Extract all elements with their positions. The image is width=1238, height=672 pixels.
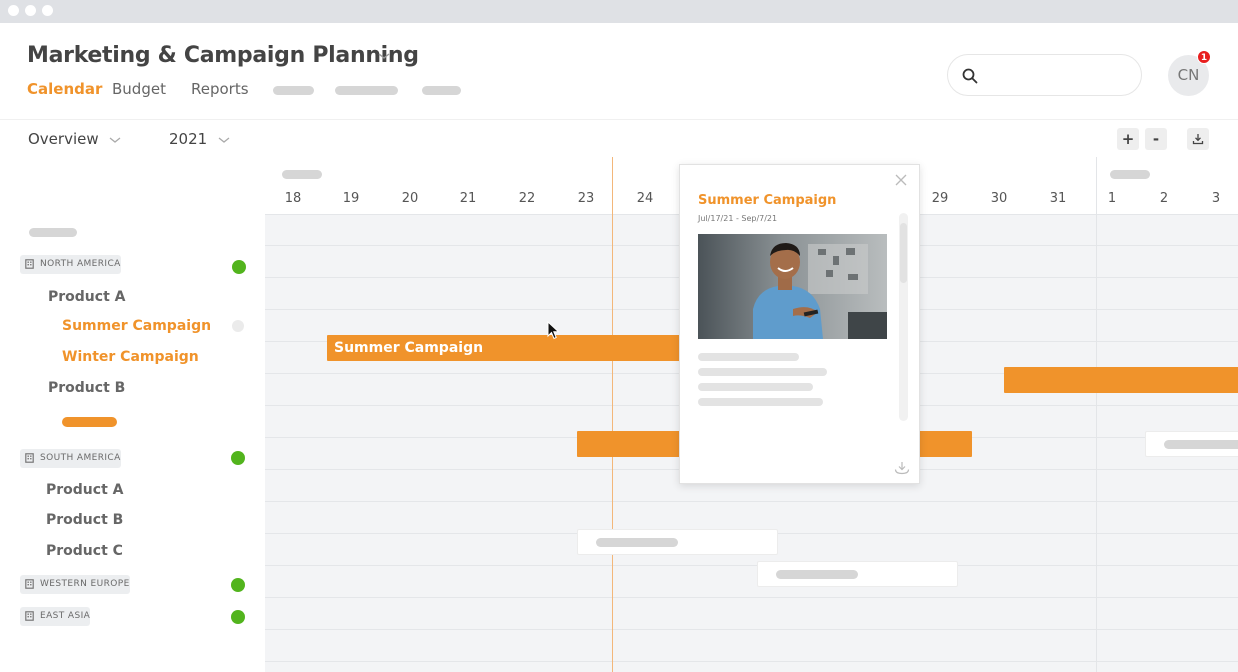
campaign-detail-popup: Summer Campaign Jul/17/21 - Sep/7/21: [679, 164, 920, 484]
sidebar-item-winter-campaign[interactable]: Winter Campaign: [62, 349, 199, 365]
sidebar-item-product-a[interactable]: Product A: [46, 482, 123, 498]
row-divider: [265, 629, 1238, 630]
sidebar-item-summer-campaign[interactable]: Summer Campaign: [62, 318, 211, 334]
month-label-placeholder: [282, 170, 322, 179]
campaign-photo-image: [698, 234, 887, 339]
bar-empty[interactable]: [577, 529, 778, 555]
day-label: 23: [577, 191, 595, 206]
tab-budget[interactable]: Budget: [112, 80, 166, 98]
region-western-europe[interactable]: WESTERN EUROPE: [20, 575, 130, 594]
tab-reports[interactable]: Reports: [191, 80, 249, 98]
zoom-in-button[interactable]: +: [1117, 128, 1139, 150]
sidebar-heading-placeholder: [29, 228, 77, 237]
bar-label-placeholder: [776, 570, 858, 579]
day-label: 22: [518, 191, 536, 206]
bar-summer-campaign[interactable]: Summer Campaign: [327, 335, 707, 361]
today-marker: [612, 157, 613, 672]
search-input[interactable]: [986, 65, 1131, 85]
toolbar: Overview 2021 + -: [0, 119, 1238, 157]
building-icon: [25, 579, 34, 589]
popup-text-placeholder: [698, 353, 799, 361]
day-label: 31: [1049, 191, 1067, 206]
region-label: SOUTH AMERICA: [40, 453, 121, 463]
zoom-out-button[interactable]: -: [1145, 128, 1167, 150]
download-icon: [1192, 134, 1204, 145]
popup-scrollbar-thumb[interactable]: [900, 223, 907, 283]
day-label: 24: [636, 191, 654, 206]
search-icon: [962, 68, 978, 84]
window-close-dot[interactable]: [8, 5, 19, 16]
view-dropdown-label: Overview: [28, 130, 99, 148]
sidebar: NORTH AMERICA Product A Summer Campaign …: [0, 157, 265, 672]
day-label: 30: [990, 191, 1008, 206]
region-north-america[interactable]: NORTH AMERICA: [20, 255, 121, 274]
bar-empty[interactable]: [1145, 431, 1238, 457]
bar-label-placeholder: [1164, 440, 1238, 449]
chevron-down-icon: [110, 136, 121, 143]
search-box[interactable]: [947, 54, 1142, 96]
month-divider: [1096, 157, 1097, 672]
tab-placeholder[interactable]: [422, 86, 461, 95]
bar-label-placeholder: [596, 538, 678, 547]
sidebar-item-product-a[interactable]: Product A: [48, 289, 125, 305]
year-dropdown[interactable]: 2021: [169, 130, 230, 148]
sidebar-item-product-b[interactable]: Product B: [48, 380, 125, 396]
popup-text-placeholder: [698, 368, 827, 376]
sidebar-campaign-placeholder[interactable]: [62, 417, 117, 427]
region-label: EAST ASIA: [40, 611, 91, 621]
region-label: WESTERN EUROPE: [40, 579, 130, 589]
title-chevron-down-icon[interactable]: [376, 49, 392, 63]
bar-empty[interactable]: [757, 561, 958, 587]
building-icon: [25, 259, 34, 269]
popup-text-placeholder: [698, 398, 823, 406]
sidebar-item-product-b[interactable]: Product B: [46, 512, 123, 528]
page-title: Marketing & Campaign Planning: [27, 43, 419, 68]
row-divider: [265, 597, 1238, 598]
tab-calendar[interactable]: Calendar: [27, 80, 102, 98]
export-button[interactable]: [1187, 128, 1209, 150]
popup-dates: Jul/17/21 - Sep/7/21: [698, 214, 778, 223]
region-east-asia[interactable]: EAST ASIA: [20, 607, 91, 626]
status-dot: [231, 610, 245, 624]
campaign-photo: [698, 234, 887, 339]
chevron-down-icon: [218, 136, 230, 143]
bar-winter-campaign[interactable]: [1004, 367, 1238, 393]
month-label-placeholder: [1110, 170, 1150, 179]
status-dot: [232, 260, 246, 274]
row-divider: [265, 501, 1238, 502]
day-label: 18: [284, 191, 302, 206]
day-label: 3: [1211, 191, 1221, 206]
tab-placeholder[interactable]: [335, 86, 398, 95]
tab-placeholder[interactable]: [273, 86, 314, 95]
building-icon: [25, 611, 34, 621]
popup-text-placeholder: [698, 383, 813, 391]
sidebar-item-product-c[interactable]: Product C: [46, 543, 123, 559]
close-icon[interactable]: [894, 173, 908, 187]
day-label: 2: [1159, 191, 1169, 206]
app: Marketing & Campaign Planning Calendar B…: [0, 23, 1238, 672]
window-chrome: [0, 0, 1238, 23]
building-icon: [25, 453, 34, 463]
status-dot: [231, 451, 245, 465]
day-label: 19: [342, 191, 360, 206]
row-divider: [265, 565, 1238, 566]
region-label: NORTH AMERICA: [40, 259, 121, 269]
row-divider: [265, 661, 1238, 662]
popup-title: Summer Campaign: [698, 193, 837, 208]
day-label: 29: [931, 191, 949, 206]
notification-badge: 1: [1197, 50, 1211, 64]
status-dot: [232, 320, 244, 332]
view-dropdown[interactable]: Overview: [28, 130, 121, 148]
day-label: 1: [1107, 191, 1117, 206]
window-maximize-dot[interactable]: [42, 5, 53, 16]
region-south-america[interactable]: SOUTH AMERICA: [20, 449, 121, 468]
mouse-cursor-icon: [547, 321, 560, 340]
day-label: 20: [401, 191, 419, 206]
status-dot: [231, 578, 245, 592]
day-label: 21: [459, 191, 477, 206]
download-icon[interactable]: [894, 461, 910, 475]
year-dropdown-label: 2021: [169, 130, 208, 148]
window-minimize-dot[interactable]: [25, 5, 36, 16]
